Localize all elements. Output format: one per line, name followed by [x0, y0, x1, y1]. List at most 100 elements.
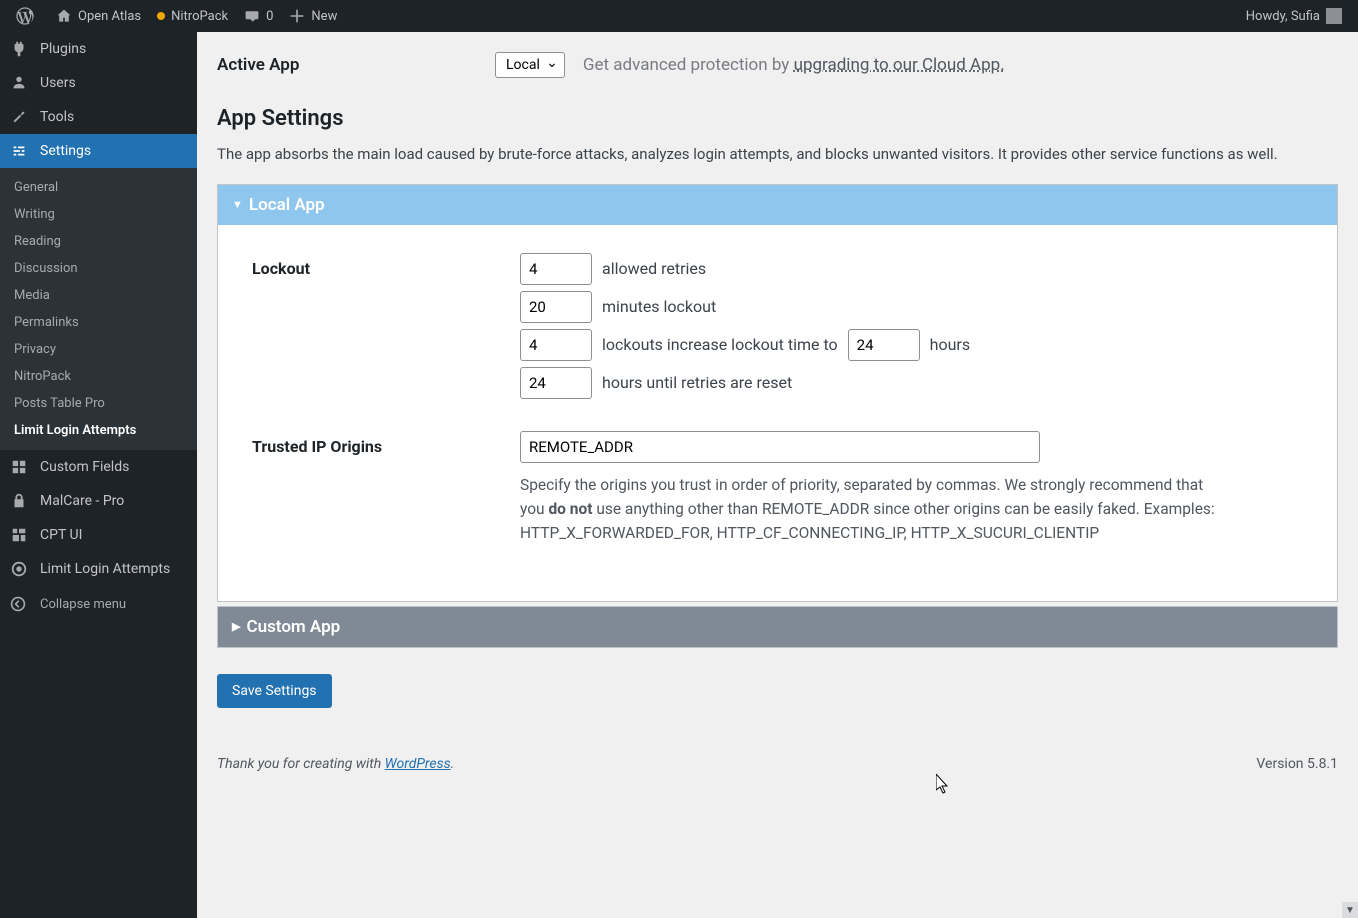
help-bold: do not [548, 500, 592, 518]
new-content-link[interactable]: New [281, 0, 345, 32]
admin-sidebar: Plugins Users Tools Settings General Wri… [0, 32, 197, 918]
plus-icon [289, 8, 305, 24]
footer-credit: Thank you for creating with WordPress. [217, 756, 454, 772]
sliders-icon [10, 142, 32, 160]
sidebar-item-settings[interactable]: Settings [0, 134, 197, 168]
until-reset-input[interactable] [520, 367, 592, 399]
sidebar-item-cptui[interactable]: CPT UI [0, 518, 197, 552]
sidebar-item-malcare[interactable]: MalCare - Pro [0, 484, 197, 518]
custom-app-panel-head[interactable]: ▶ Custom App [218, 607, 1337, 647]
local-app-panel-head[interactable]: ▼ Local App [218, 185, 1337, 225]
collapse-menu[interactable]: Collapse menu [0, 586, 197, 622]
wp-logo[interactable] [8, 0, 48, 32]
upgrade-link[interactable]: upgrading to our Cloud App. [794, 55, 1005, 75]
submenu-nitropack[interactable]: NitroPack [0, 363, 197, 390]
grid-icon [10, 458, 32, 476]
app-settings-title: App Settings [217, 106, 1338, 131]
save-settings-button[interactable]: Save Settings [217, 674, 332, 708]
hours-text: hours [930, 335, 970, 354]
minutes-lockout-input[interactable] [520, 291, 592, 323]
nitropack-label: NitroPack [171, 9, 228, 24]
submenu-privacy[interactable]: Privacy [0, 336, 197, 363]
lockouts-increase-text: lockouts increase lockout time to [602, 335, 838, 354]
status-dot-icon [157, 12, 165, 20]
active-app-label: Active App [217, 55, 477, 75]
custom-app-title: Custom App [246, 617, 340, 637]
wrench-icon [10, 108, 32, 126]
help-post: use anything other than REMOTE_ADDR sinc… [520, 500, 1215, 542]
submenu-discussion[interactable]: Discussion [0, 255, 197, 282]
home-icon [56, 8, 72, 24]
wordpress-icon [16, 7, 34, 25]
sidebar-label: Custom Fields [40, 459, 129, 475]
local-app-panel-body: Lockout allowed retries minutes lockout … [218, 225, 1337, 601]
footer: Thank you for creating with WordPress. V… [217, 742, 1338, 790]
sidebar-item-limit-login[interactable]: Limit Login Attempts [0, 552, 197, 586]
local-app-title: Local App [249, 195, 325, 215]
nitropack-link[interactable]: NitroPack [149, 0, 236, 32]
comment-icon [244, 8, 260, 24]
triangle-down-icon: ▼ [232, 198, 243, 211]
howdy-label: Howdy, Sufia [1246, 9, 1320, 24]
lock-icon [10, 492, 32, 510]
submenu-posts-table-pro[interactable]: Posts Table Pro [0, 390, 197, 417]
submenu-permalinks[interactable]: Permalinks [0, 309, 197, 336]
trusted-ip-help: Specify the origins you trust in order o… [520, 473, 1220, 545]
allowed-retries-text: allowed retries [602, 259, 706, 278]
wp-version: Version 5.8.1 [1256, 756, 1338, 772]
sidebar-label: Users [40, 75, 76, 91]
new-label: New [311, 9, 337, 24]
footer-period: . [451, 756, 455, 772]
trusted-ip-row: Trusted IP Origins Specify the origins y… [252, 431, 1303, 545]
submenu-limit-login[interactable]: Limit Login Attempts [0, 417, 197, 444]
comments-link[interactable]: 0 [236, 0, 281, 32]
collapse-icon [10, 596, 32, 612]
sidebar-label: Plugins [40, 41, 86, 57]
lockout-row: Lockout allowed retries minutes lockout … [252, 253, 1303, 405]
hours-input[interactable] [848, 329, 920, 361]
sidebar-label: Settings [40, 143, 91, 159]
minutes-lockout-text: minutes lockout [602, 297, 716, 316]
settings-submenu: General Writing Reading Discussion Media… [0, 168, 197, 450]
content-area: Active App Local Get advanced protection… [197, 32, 1358, 918]
avatar-icon [1326, 8, 1342, 24]
upgrade-text: Get advanced protection by upgrading to … [583, 55, 1005, 75]
comments-count: 0 [266, 9, 273, 24]
upgrade-prefix: Get advanced protection by [583, 55, 794, 75]
sidebar-label: CPT UI [40, 527, 82, 543]
submenu-media[interactable]: Media [0, 282, 197, 309]
sidebar-label: Tools [40, 109, 74, 125]
custom-app-panel: ▶ Custom App [217, 606, 1338, 648]
submenu-general[interactable]: General [0, 174, 197, 201]
trusted-ip-label: Trusted IP Origins [252, 431, 520, 456]
plug-icon [10, 40, 32, 58]
allowed-retries-input[interactable] [520, 253, 592, 285]
sidebar-item-users[interactable]: Users [0, 66, 197, 100]
local-app-panel: ▼ Local App Lockout allowed retries minu… [217, 184, 1338, 602]
footer-thank-pre: Thank you for creating with [217, 756, 385, 772]
trusted-ip-input[interactable] [520, 431, 1040, 463]
app-settings-desc: The app absorbs the main load caused by … [217, 143, 1338, 166]
admin-bar: Open Atlas NitroPack 0 New Howdy, Sufia [0, 0, 1358, 32]
scrollbar-down-arrow[interactable]: ▼ [1342, 902, 1358, 918]
sidebar-item-tools[interactable]: Tools [0, 100, 197, 134]
active-app-row: Active App Local Get advanced protection… [217, 42, 1338, 100]
shield-icon [10, 560, 32, 578]
sidebar-item-plugins[interactable]: Plugins [0, 32, 197, 66]
lockout-label: Lockout [252, 253, 520, 278]
submenu-reading[interactable]: Reading [0, 228, 197, 255]
wordpress-link[interactable]: WordPress [385, 756, 451, 772]
blocks-icon [10, 526, 32, 544]
sidebar-item-custom-fields[interactable]: Custom Fields [0, 450, 197, 484]
until-reset-text: hours until retries are reset [602, 373, 792, 392]
site-name: Open Atlas [78, 9, 141, 24]
site-name-link[interactable]: Open Atlas [48, 0, 149, 32]
my-account-link[interactable]: Howdy, Sufia [1238, 0, 1350, 32]
user-icon [10, 74, 32, 92]
sidebar-label: MalCare - Pro [40, 493, 124, 509]
sidebar-label: Limit Login Attempts [40, 561, 170, 577]
lockouts-increase-input[interactable] [520, 329, 592, 361]
submenu-writing[interactable]: Writing [0, 201, 197, 228]
active-app-select[interactable]: Local [495, 52, 565, 78]
triangle-right-icon: ▶ [232, 620, 240, 633]
